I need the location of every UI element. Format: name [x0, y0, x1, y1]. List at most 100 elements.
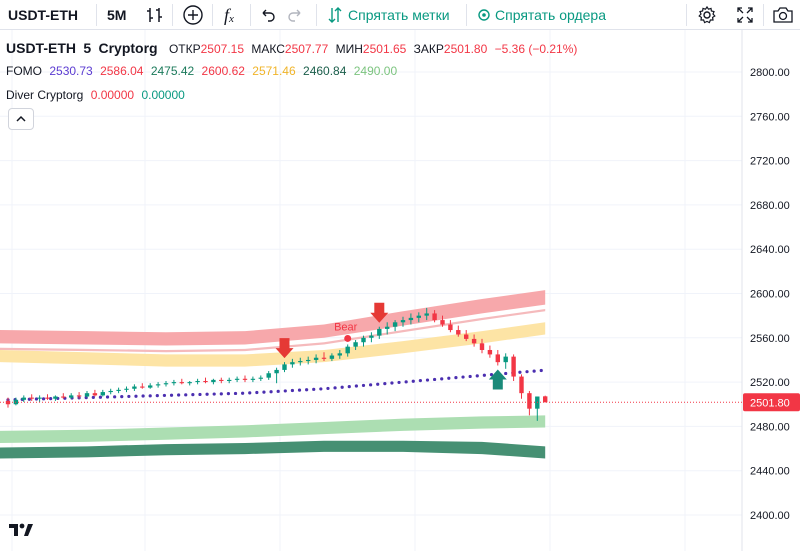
- fomo-point: [482, 373, 486, 377]
- hide-orders-button[interactable]: Спрятать ордера: [478, 0, 606, 30]
- candle-body: [258, 377, 263, 379]
- fomo-point: [290, 388, 294, 393]
- fomo-value-3: 2475.42: [150, 64, 195, 78]
- candle-body: [76, 395, 82, 397]
- fomo-point: [312, 387, 316, 391]
- fx-icon: fx: [224, 4, 234, 26]
- symbol-search-button[interactable]: USDT-ETH: [8, 0, 78, 30]
- candle-body: [337, 353, 342, 356]
- diver-indicator-name: Diver Cryptorg: [6, 88, 84, 102]
- fomo-point: [418, 379, 422, 383]
- fomo-point: [191, 393, 195, 397]
- band-light-green: [0, 415, 546, 444]
- chart-grid: [0, 30, 743, 551]
- fomo-point: [390, 381, 394, 385]
- fomo-point: [518, 370, 522, 374]
- undo-button[interactable]: [259, 0, 277, 30]
- candle-body: [400, 320, 406, 323]
- legend-low-label: МИН: [335, 42, 363, 56]
- candle-body: [155, 384, 161, 386]
- diver-indicator-legend[interactable]: Diver Cryptorg 0.00000 0.00000: [6, 88, 189, 102]
- buy-arrow-icon: [488, 369, 507, 390]
- candle-body: [132, 386, 137, 389]
- candle-body: [108, 390, 113, 393]
- candle-body: [464, 334, 469, 339]
- legend-change-value: −5.36 (−0.21%): [494, 42, 578, 56]
- undo-icon: [259, 6, 277, 24]
- price-axis-tick-label: 2480.00: [750, 421, 790, 433]
- candle-body: [377, 328, 382, 336]
- fomo-point: [148, 394, 152, 398]
- candle-body: [69, 395, 74, 398]
- legend-collapse-button[interactable]: [8, 108, 34, 130]
- fomo-point: [105, 395, 110, 399]
- settings-button[interactable]: [697, 0, 717, 30]
- fomo-point: [41, 397, 46, 401]
- interval-button[interactable]: 5M: [107, 0, 126, 30]
- legend-open-value: 2507.15: [200, 42, 245, 56]
- fomo-point: [525, 370, 529, 374]
- toolbar-divider: [172, 4, 173, 26]
- bear-signal-label: Bear: [334, 321, 358, 333]
- fomo-value-1: 2530.73: [49, 64, 93, 78]
- screenshot-button[interactable]: [772, 0, 794, 30]
- candle-body: [543, 396, 548, 403]
- legend-open-label: ОТКР: [168, 42, 201, 56]
- legend-interval: 5: [83, 40, 92, 56]
- fomo-point: [297, 388, 302, 392]
- fomo-point: [361, 383, 366, 388]
- fomo-point: [468, 374, 472, 379]
- series-legend: USDT-ETH 5 Cryptorg ОТКР2507.15 МАКС2507…: [6, 40, 581, 56]
- price-axis-tick-label: 2560.00: [750, 333, 790, 345]
- candle-body: [148, 385, 153, 388]
- candle-body: [219, 379, 224, 381]
- indicators-button[interactable]: fx: [224, 0, 234, 30]
- price-axis-tick-label: 2600.00: [750, 289, 790, 301]
- candle-body: [290, 362, 295, 365]
- price-chart[interactable]: Bear 2800.00 2760.00 2720.00 2680.00 2640.00…: [0, 30, 800, 551]
- marks-icon: [328, 6, 342, 24]
- fomo-point: [113, 395, 117, 399]
- fullscreen-button[interactable]: [735, 0, 755, 30]
- candle-body: [266, 373, 271, 378]
- fomo-point: [404, 380, 408, 384]
- fomo-point: [134, 394, 138, 398]
- price-axis[interactable]: 2800.00 2760.00 2720.00 2680.00 2640.00 2600.…: [743, 67, 800, 522]
- toolbar-divider: [686, 4, 687, 26]
- settings-icon: [697, 5, 717, 25]
- fomo-point: [347, 385, 351, 389]
- fomo-bands: [0, 290, 546, 459]
- camera-icon: [772, 5, 794, 25]
- candle-body: [369, 335, 374, 338]
- hide-marks-button[interactable]: Спрятать метки: [328, 0, 450, 30]
- fomo-point: [340, 385, 344, 389]
- hide-orders-label: Спрятать ордера: [495, 7, 607, 23]
- price-axis-tick-label: 2800.00: [750, 67, 790, 79]
- fomo-point: [475, 374, 479, 378]
- tradingview-logo-icon[interactable]: [8, 520, 34, 540]
- fomo-point: [461, 375, 465, 379]
- hide-marks-label: Спрятать метки: [348, 7, 450, 23]
- candle-body: [361, 337, 366, 343]
- redo-button[interactable]: [286, 0, 304, 30]
- candle-body: [274, 369, 279, 374]
- price-axis-tick-label: 2400.00: [750, 510, 790, 522]
- legend-low-value: 2501.65: [362, 42, 407, 56]
- compare-button[interactable]: [182, 0, 204, 30]
- fomo-point: [305, 388, 309, 392]
- toolbar-symbol-label: USDT-ETH: [8, 7, 78, 23]
- fomo-point: [440, 377, 444, 381]
- fomo-point: [162, 393, 167, 398]
- legend-exchange: Cryptorg: [98, 40, 158, 56]
- bar-style-icon: [145, 5, 165, 25]
- bar-style-button[interactable]: [145, 0, 165, 30]
- fomo-point: [433, 377, 437, 382]
- toolbar-divider: [96, 4, 97, 26]
- candle-body: [321, 357, 327, 359]
- fomo-point: [155, 394, 159, 398]
- fomo-indicator-legend[interactable]: FOMO 2530.73 2586.04 2475.42 2600.62 257…: [6, 64, 401, 78]
- fomo-value-5: 2571.46: [252, 64, 296, 78]
- candle-body: [116, 389, 121, 391]
- fomo-point: [425, 378, 430, 382]
- candle-body: [163, 383, 169, 385]
